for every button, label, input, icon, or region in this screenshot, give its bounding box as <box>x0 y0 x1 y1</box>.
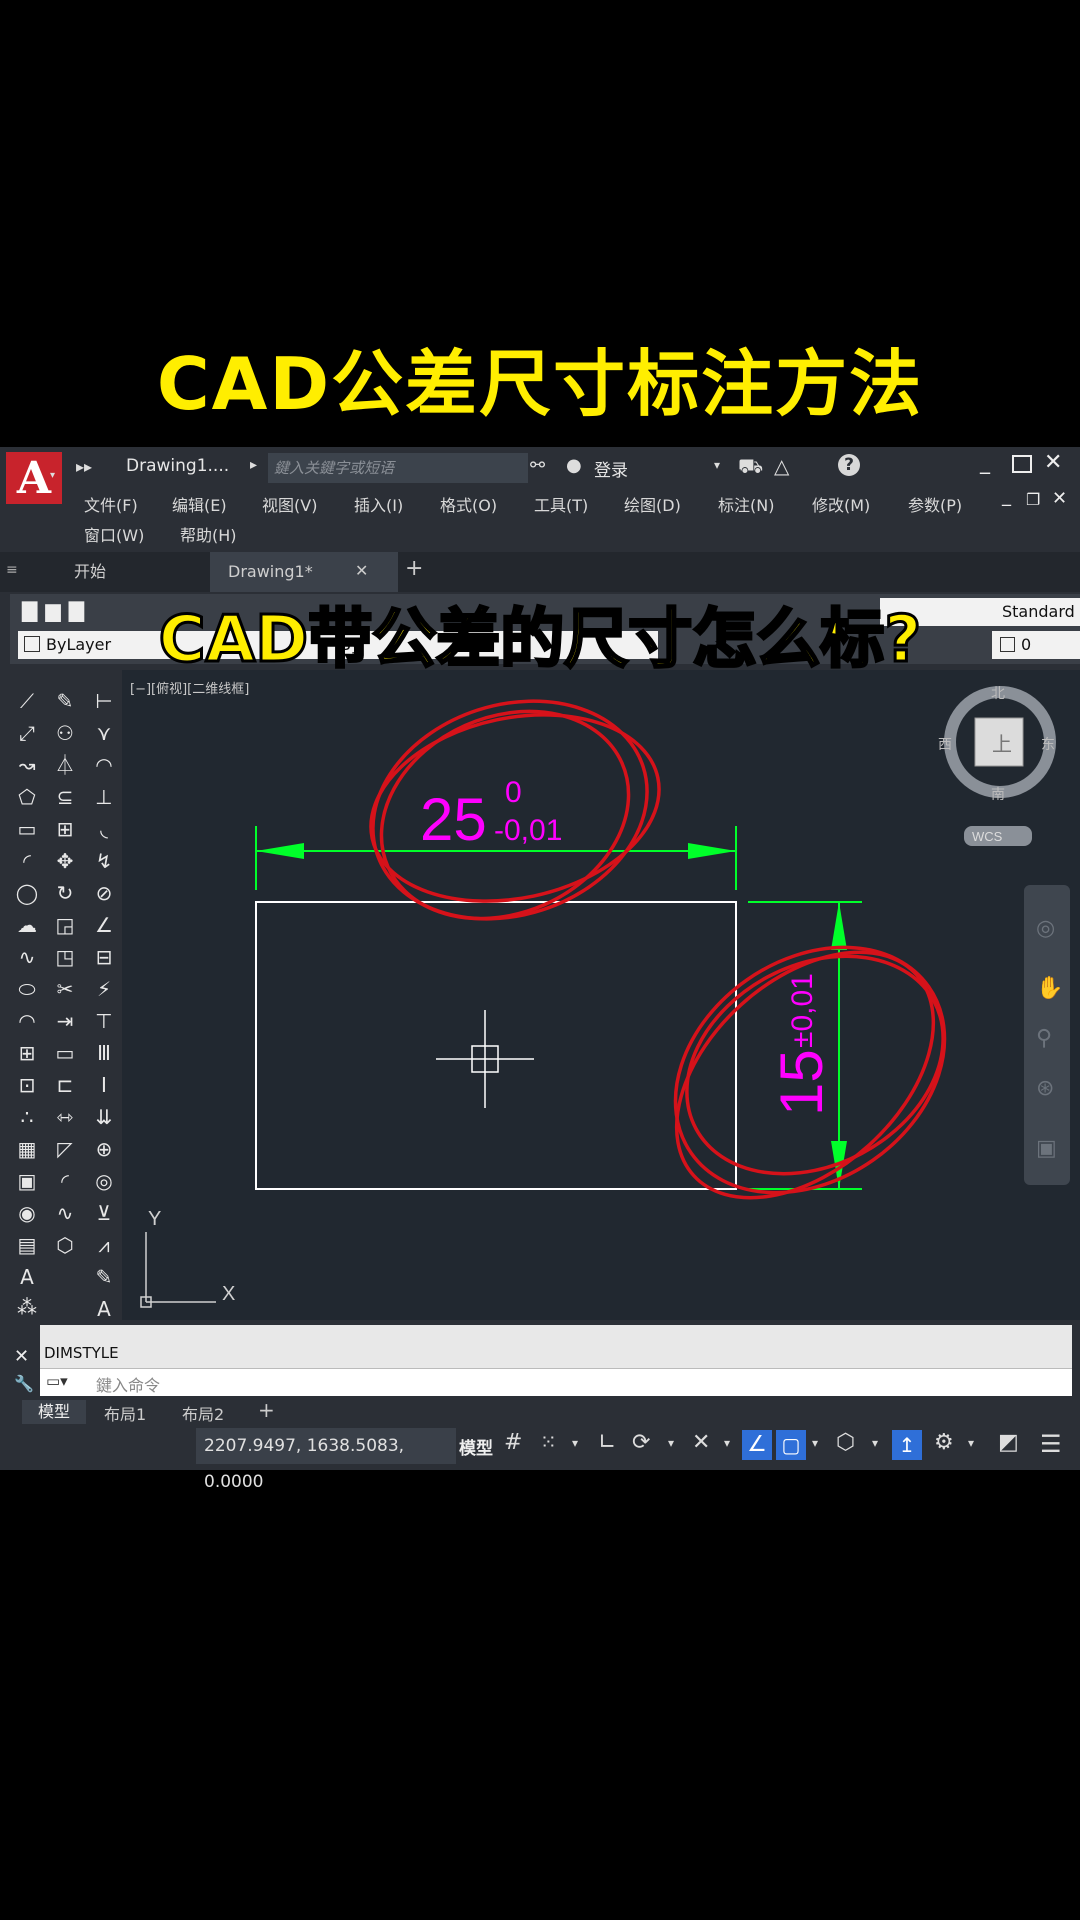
compass-south[interactable]: 南 <box>991 787 1005 803</box>
crosshair-cursor <box>436 1010 534 1108</box>
ucs-icon <box>140 1232 216 1308</box>
command-customize-icon[interactable]: 🔧 <box>14 1374 34 1393</box>
command-prompt-icon[interactable]: ▭▾ <box>46 1372 68 1390</box>
ucs-x-label: X <box>222 1283 235 1305</box>
command-prompt-placeholder[interactable]: 鍵入命令 <box>96 1372 160 1396</box>
isodraft-dropdown-icon[interactable]: ▾ <box>724 1436 730 1450</box>
clean-screen-icon[interactable]: ◩ <box>998 1430 1019 1455</box>
zoom-icon[interactable]: ⚲ <box>1036 1026 1052 1051</box>
dim-top-lower-tol: -0,01 <box>494 814 562 847</box>
ucs-y-label: Y <box>148 1208 161 1230</box>
settings-dropdown-icon[interactable]: ▾ <box>968 1436 974 1450</box>
highlight-circle-top <box>369 699 661 921</box>
compass-east[interactable]: 东 <box>1041 737 1055 753</box>
snap-icon[interactable]: ⁙ <box>540 1430 557 1454</box>
command-input[interactable] <box>40 1368 1072 1396</box>
dim-right-main-text: 15 <box>768 1049 835 1116</box>
command-history: DIMSTYLE <box>44 1344 119 1362</box>
grid-icon[interactable]: # <box>504 1430 522 1455</box>
customization-menu-icon[interactable]: ☰ <box>1040 1430 1062 1458</box>
showmotion-icon[interactable]: ▣ <box>1036 1136 1057 1161</box>
layout-tab-1[interactable]: 布局1 <box>104 1401 146 1425</box>
layout-tab-2[interactable]: 布局2 <box>182 1401 224 1425</box>
pan-icon[interactable]: ✋ <box>1036 975 1063 1001</box>
wcs-label[interactable]: WCS <box>972 829 1003 844</box>
dim-right-tol: ±0,01 <box>786 973 819 1048</box>
compass-west[interactable]: 西 <box>938 737 952 753</box>
drawing-canvas: 25 0 -0,01 15 ±0,01 Y X 上 北 南 东 西 WCS ◎ … <box>140 686 1070 1308</box>
polar-icon[interactable]: ⟳ <box>632 1430 650 1455</box>
snap-dropdown-icon[interactable]: ▾ <box>572 1436 578 1450</box>
osnap-dropdown-icon[interactable]: ▾ <box>812 1436 818 1450</box>
coordinate-readout[interactable]: 2207.9497, 1638.5083, 0.0000 <box>196 1428 456 1492</box>
isodraft-icon[interactable]: ✕ <box>692 1430 710 1455</box>
settings-gear-icon[interactable]: ⚙ <box>934 1430 954 1455</box>
dim-top-main-text: 25 <box>420 786 487 853</box>
polar-dropdown-icon[interactable]: ▾ <box>668 1436 674 1450</box>
model-space-button[interactable]: 模型 <box>459 1434 493 1459</box>
ortho-icon[interactable]: ∟ <box>598 1430 616 1455</box>
orbit-icon[interactable]: ⊛ <box>1036 1076 1054 1101</box>
steering-wheel-icon[interactable]: ◎ <box>1036 916 1055 941</box>
viewcube-top-label[interactable]: 上 <box>992 732 1012 756</box>
3d-osnap-dropdown-icon[interactable]: ▾ <box>872 1436 878 1450</box>
osnap-icon[interactable]: ▢ <box>776 1430 806 1460</box>
compass-north[interactable]: 北 <box>991 686 1005 702</box>
3d-osnap-icon[interactable]: ⬡ <box>836 1430 855 1455</box>
command-close-icon[interactable]: ✕ <box>14 1346 29 1367</box>
annotation-scale-icon[interactable]: ↥ <box>892 1430 922 1460</box>
layout-tab-model[interactable]: 模型 <box>22 1400 86 1424</box>
dim-top-upper-tol: 0 <box>505 776 522 809</box>
layout-add-button[interactable]: + <box>258 1398 275 1422</box>
otrack-icon[interactable]: ∠ <box>742 1430 772 1460</box>
